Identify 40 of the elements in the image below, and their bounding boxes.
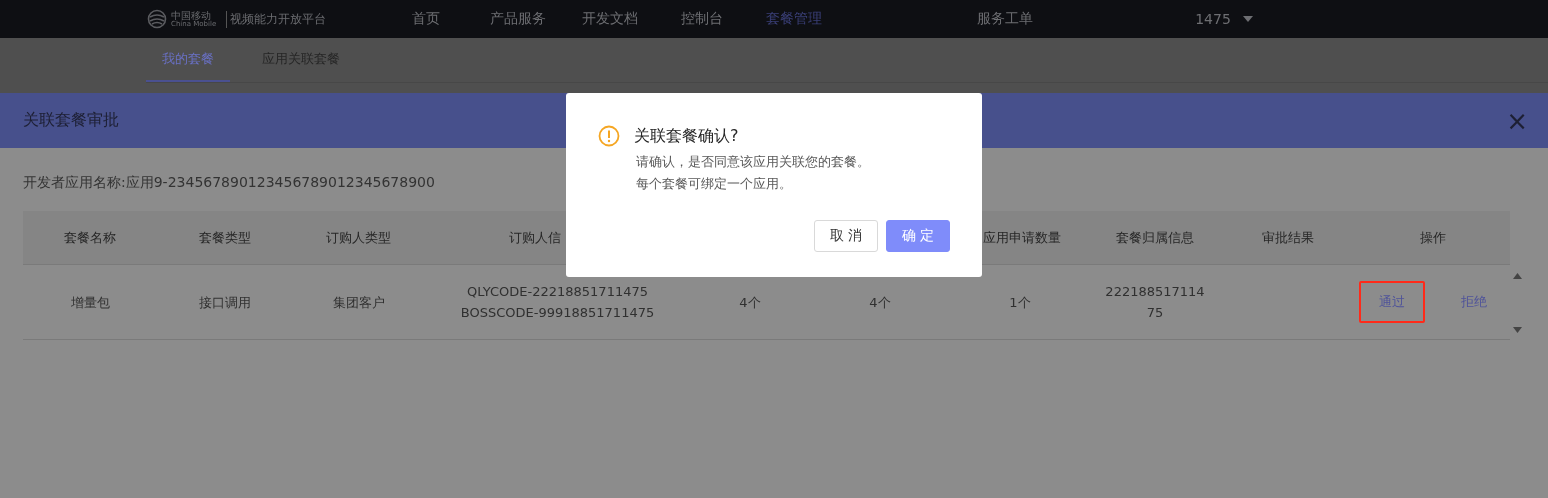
column-header: 操作: [1418, 228, 1447, 247]
action-link[interactable]: 通过: [1358, 281, 1425, 323]
column-header: 审批结果: [1260, 228, 1315, 247]
table-cell-text: 接口调用: [197, 293, 252, 312]
table-cell-text: 222188517114 75: [1104, 283, 1206, 322]
action-link[interactable]: 拒绝: [1440, 281, 1507, 323]
user-name[interactable]: 1475: [1195, 11, 1231, 27]
column-header: 套餐类型: [197, 228, 252, 247]
nav-item[interactable]: 套餐管理: [748, 10, 841, 28]
nav-item[interactable]: 服务工单: [977, 10, 1034, 28]
warning-icon: [598, 125, 620, 147]
nav-item[interactable]: 产品服务: [472, 10, 565, 28]
table-cell-text: 4个: [868, 293, 892, 312]
column-header: 应用申请数量: [982, 228, 1062, 247]
logo-icon: [147, 9, 167, 29]
close-button[interactable]: ×: [1506, 107, 1528, 134]
table-cell-text: 1个: [1008, 293, 1032, 312]
confirm-button[interactable]: 确 定: [886, 220, 950, 252]
column-header: 订购人信: [508, 228, 562, 247]
dialog-text: 每个套餐可绑定一个应用。: [636, 175, 793, 193]
platform-name: 视频能力开放平台: [226, 10, 327, 28]
dialog-title: 关联套餐确认?: [634, 125, 739, 147]
table-cell-text: QLYCODE-22218851711475 BOSSCODE-99918851711475: [459, 283, 656, 322]
nav-item[interactable]: 控制台: [656, 10, 749, 28]
nav-item[interactable]: 开发文档: [564, 10, 657, 28]
table-cell-text: 4个: [738, 293, 762, 312]
table-cell-text: 集团客户: [331, 293, 386, 312]
caret-icon[interactable]: [1242, 16, 1253, 22]
logo-text: 中国移动: [171, 10, 211, 21]
app-name: 开发者应用名称:应用9-234567890123456789012345678900: [23, 174, 435, 192]
column-header: 套餐归属信息: [1115, 228, 1195, 247]
column-header: 订购人类型: [325, 228, 392, 247]
table-cell-text: 增量包: [69, 293, 111, 312]
nav-item[interactable]: 首页: [380, 10, 473, 28]
scroll-up-icon[interactable]: [1513, 273, 1522, 279]
cancel-button[interactable]: 取 消: [814, 220, 878, 252]
dialog-text: 请确认，是否同意该应用关联您的套餐。: [636, 153, 871, 171]
scroll-down-icon[interactable]: [1513, 327, 1522, 333]
column-header: 套餐名称: [63, 228, 117, 247]
drawer-title: 关联套餐审批: [23, 110, 119, 131]
